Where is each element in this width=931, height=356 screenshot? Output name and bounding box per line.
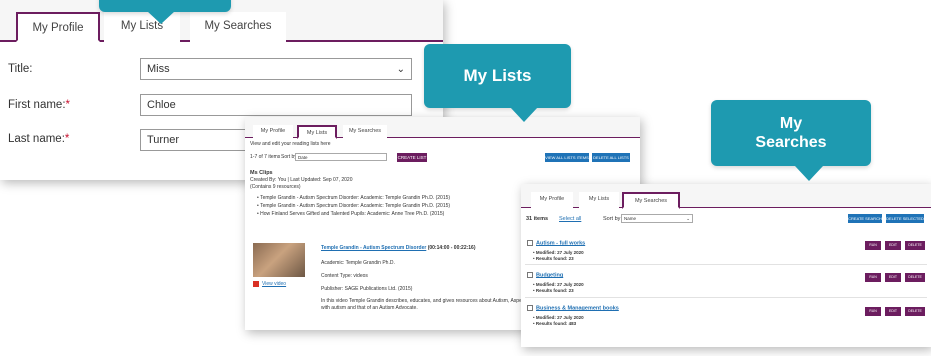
list-contains: (Contains 9 resources) [250, 184, 301, 190]
search-row-title[interactable]: Business & Management books [527, 305, 619, 311]
tab-my-lists[interactable]: My Lists [579, 192, 619, 209]
create-search-button[interactable]: CREATE SEARCH [848, 214, 882, 223]
delete-selected-button[interactable]: DELETE SELECTED [886, 214, 924, 223]
delete-all-lists-button[interactable]: DELETE ALL LISTS [592, 153, 630, 162]
search-row-title[interactable]: Autism - full works [527, 240, 585, 246]
edit-button[interactable]: EDIT [885, 241, 901, 250]
delete-button[interactable]: DELETE [905, 241, 925, 250]
first-name-field[interactable]: Chloe [140, 94, 412, 116]
tab-my-profile[interactable]: My Profile [253, 125, 293, 139]
searches-panel: My Profile My Lists My Searches 31 items… [521, 184, 931, 347]
lists-tab-bar: My Profile My Lists My Searches [245, 117, 640, 139]
tab-my-lists[interactable]: My Lists [297, 125, 337, 139]
list-item: • Temple Grandin - Autism Spectrum Disor… [257, 203, 451, 209]
searches-sort-value: Name [624, 216, 637, 221]
lists-sort-select[interactable]: Date [295, 153, 387, 161]
searches-sort-label: Sort by [603, 216, 621, 222]
tab-my-searches[interactable]: My Searches [190, 12, 286, 42]
callout-top [99, 0, 231, 24]
title-label: Title: [8, 63, 33, 75]
list-item: • How Finland Serves Gifted and Talented… [257, 211, 445, 217]
row-divider [525, 297, 927, 298]
required-marker: * [65, 99, 70, 111]
select-all-link[interactable]: Select all [559, 216, 581, 223]
last-name-label: Last name:* [8, 133, 70, 145]
edit-button[interactable]: EDIT [885, 273, 901, 282]
edit-button[interactable]: EDIT [885, 307, 901, 316]
lists-sort-value: Date [298, 155, 308, 160]
run-button[interactable]: RUN [865, 273, 881, 282]
video-title-row: Temple Grandin - Autism Spectrum Disorde… [321, 245, 476, 251]
run-button[interactable]: RUN [865, 307, 881, 316]
chevron-down-icon: ⌄ [396, 64, 405, 75]
search-row-meta: • Modified: 27 July 2020 • Results found:… [533, 315, 584, 326]
tab-my-profile[interactable]: My Profile [531, 192, 573, 209]
first-name-label: First name:* [8, 99, 70, 111]
list-created: Created By: You | Last Updated: Sep 07, … [250, 177, 353, 183]
video-academic: Academic: Temple Grandin Ph.D. [321, 260, 395, 266]
lists-count: 1-7 of 7 items [250, 154, 281, 160]
tab-my-searches[interactable]: My Searches [343, 125, 387, 139]
video-content-type: Content Type: videos [321, 273, 368, 279]
tab-my-profile[interactable]: My Profile [16, 12, 100, 42]
searches-tab-bar: My Profile My Lists My Searches [521, 184, 931, 209]
row-checkbox[interactable] [527, 305, 533, 311]
title-select[interactable]: Miss ⌄ [140, 58, 412, 80]
delete-button[interactable]: DELETE [905, 307, 925, 316]
video-thumbnail[interactable] [253, 243, 305, 277]
video-publisher: Publisher: SAGE Publications Ltd. (2015) [321, 286, 413, 292]
view-all-lists-button[interactable]: VIEW ALL LISTS ITEMS [545, 153, 589, 162]
tab-my-searches[interactable]: My Searches [622, 192, 680, 209]
callout-my-lists: My Lists [424, 44, 571, 122]
chevron-down-icon: ⌄ [686, 216, 690, 221]
view-video-link[interactable]: View video [262, 281, 286, 288]
create-list-button[interactable]: CREATE LIST [397, 153, 427, 162]
callout-my-searches: My Searches [711, 100, 871, 181]
video-title-link[interactable]: Temple Grandin - Autism Spectrum Disorde… [321, 245, 426, 251]
delete-button[interactable]: DELETE [905, 273, 925, 282]
row-checkbox[interactable] [527, 272, 533, 278]
row-checkbox[interactable] [527, 240, 533, 246]
search-row-title[interactable]: Budgeting [527, 272, 563, 278]
play-icon[interactable] [253, 281, 259, 287]
required-marker: * [64, 133, 70, 145]
searches-count: 31 items [526, 216, 549, 222]
lists-intro: View and edit your reading lists here [250, 141, 331, 147]
search-row-meta: • Modified: 27 July 2020 • Results found:… [533, 282, 584, 293]
list-item: • Temple Grandin - Autism Spectrum Disor… [257, 195, 451, 201]
searches-sort-select[interactable]: Name ⌄ [621, 214, 693, 223]
row-divider [525, 264, 927, 265]
search-row-meta: • Modified: 27 July 2020 • Results found:… [533, 250, 584, 261]
list-title: Ms Clips [250, 170, 273, 176]
title-select-value: Miss [147, 63, 170, 75]
run-button[interactable]: RUN [865, 241, 881, 250]
